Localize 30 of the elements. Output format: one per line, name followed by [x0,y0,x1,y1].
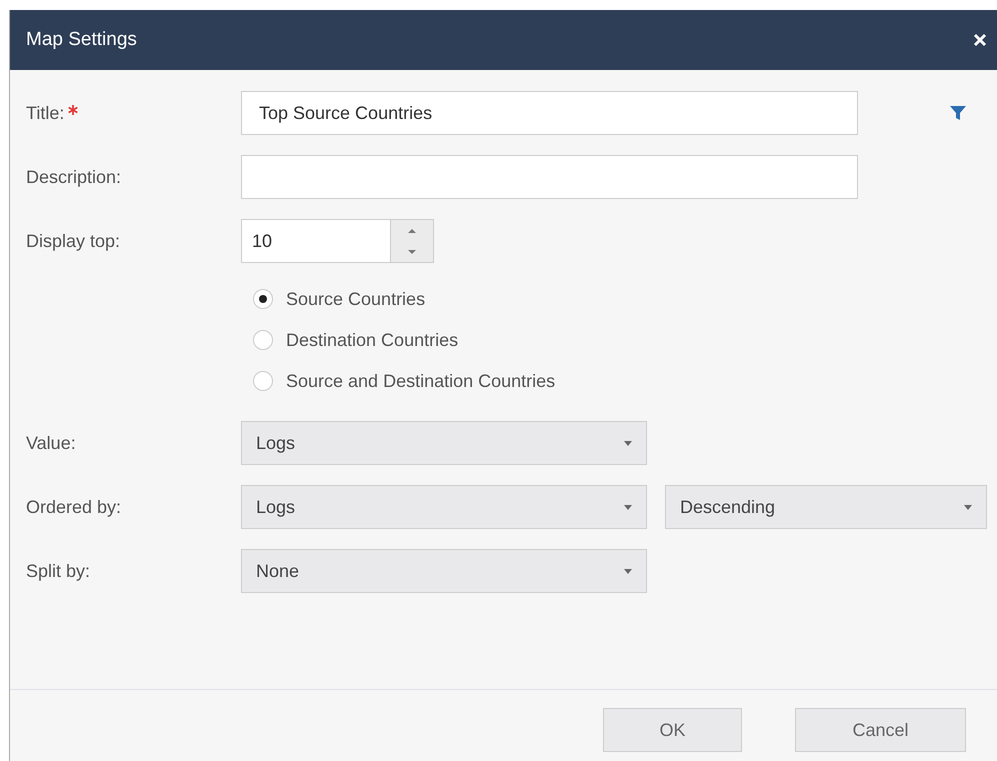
dropdown[interactable]: None [241,549,647,593]
caret-icon [624,504,632,510]
radio-button[interactable] [253,330,273,350]
text-field[interactable]: Top Source Countries [241,91,858,135]
caret-icon [964,504,972,510]
dropdown[interactable]: Logs [241,421,647,465]
down-arrow-icon[interactable] [407,248,417,254]
radio-label[interactable]: Destination Countries [286,330,458,350]
filter-icon[interactable] [950,105,966,121]
field-label: Title: [26,102,64,124]
close-icon[interactable] [973,33,987,47]
field-label: Description: [26,166,122,188]
field-label: Display top: [26,230,120,252]
up-arrow-icon[interactable] [407,228,417,234]
radio-label[interactable]: Source Countries [286,288,426,310]
caret-icon [624,440,632,446]
dropdown[interactable]: Descending [665,485,987,529]
field-label: Value: [26,432,76,454]
radio-label[interactable]: Source and Destination Countries [286,370,556,392]
dialog-button[interactable]: OK [603,708,742,752]
dropdown[interactable]: Logs [241,485,647,529]
field-label: Split by: [26,560,90,582]
text-field[interactable] [241,155,858,199]
radio-button[interactable] [253,289,273,309]
field-label: Ordered by: [26,496,122,518]
caret-icon [624,568,632,574]
dialog-button[interactable]: Cancel [795,708,966,752]
radio-button[interactable] [253,371,273,391]
number-field[interactable]: 10 [241,219,391,263]
window-title: Map Settings [26,29,137,51]
